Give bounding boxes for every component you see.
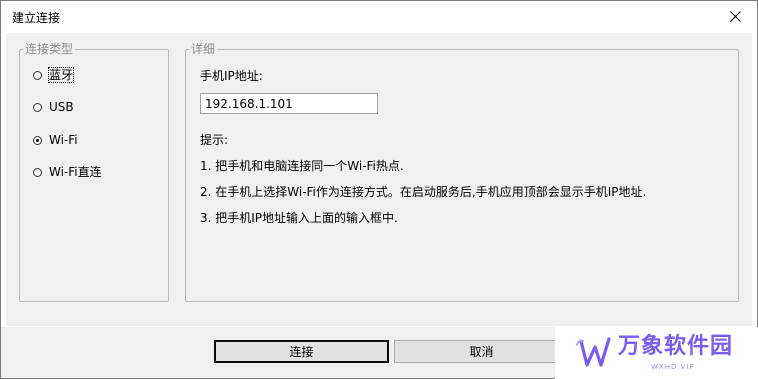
radio-circle[interactable] xyxy=(33,167,42,177)
connection-type-group-label: 连接类型 xyxy=(23,42,76,56)
radio-wifi-direct[interactable]: Wi-Fi直连 xyxy=(33,165,102,179)
tip-line-1: 1. 把手机和电脑连接同一个Wi-Fi热点. xyxy=(200,159,404,173)
tip-line-2: 2. 在手机上选择Wi-Fi作为连接方式。在启动服务后,手机应用顶部会显示手机I… xyxy=(200,185,647,199)
radio-label-wifi-direct: Wi-Fi直连 xyxy=(49,165,102,179)
ip-label: 手机IP地址: xyxy=(200,69,263,83)
connection-type-group: 连接类型 蓝牙 USB Wi-Fi Wi-Fi直连 xyxy=(19,42,169,302)
tips-title: 提示: xyxy=(200,133,229,147)
radio-label-usb: USB xyxy=(49,100,74,114)
wanxiang-logo-icon xyxy=(576,337,611,367)
radio-label-wifi: Wi-Fi xyxy=(49,133,78,147)
details-group-label: 详细 xyxy=(189,42,218,56)
connect-button[interactable]: 连接 xyxy=(214,340,389,363)
close-icon xyxy=(729,10,741,22)
dialog-window: 建立连接 连接类型 蓝牙 USB Wi-Fi Wi-Fi直连 详细 手机IP地址… xyxy=(0,0,758,379)
radio-label-bluetooth: 蓝牙 xyxy=(47,67,75,83)
tip-line-3: 3. 把手机IP地址输入上面的输入框中. xyxy=(200,211,398,225)
radio-usb[interactable]: USB xyxy=(33,100,74,114)
details-group: 详细 手机IP地址: 192.168.1.101 提示: 1. 把手机和电脑连接… xyxy=(185,42,739,302)
radio-circle[interactable] xyxy=(33,102,42,112)
watermark: 万象软件园 WXHD.VIP xyxy=(555,327,758,379)
watermark-subtext: WXHD.VIP xyxy=(651,363,695,371)
title-bar: 建立连接 xyxy=(1,1,757,31)
ip-address-input[interactable]: 192.168.1.101 xyxy=(200,93,378,114)
radio-bluetooth[interactable]: 蓝牙 xyxy=(33,67,75,83)
cancel-button[interactable]: 取消 xyxy=(394,340,569,363)
watermark-text: 万象软件园 xyxy=(618,334,734,359)
dialog-client-area: 连接类型 蓝牙 USB Wi-Fi Wi-Fi直连 详细 手机IP地址: 192… xyxy=(6,33,752,326)
close-button[interactable] xyxy=(713,1,757,31)
radio-wifi[interactable]: Wi-Fi xyxy=(33,133,78,147)
radio-circle[interactable] xyxy=(33,70,42,80)
radio-circle-checked[interactable] xyxy=(33,135,42,145)
window-title: 建立连接 xyxy=(12,11,61,25)
